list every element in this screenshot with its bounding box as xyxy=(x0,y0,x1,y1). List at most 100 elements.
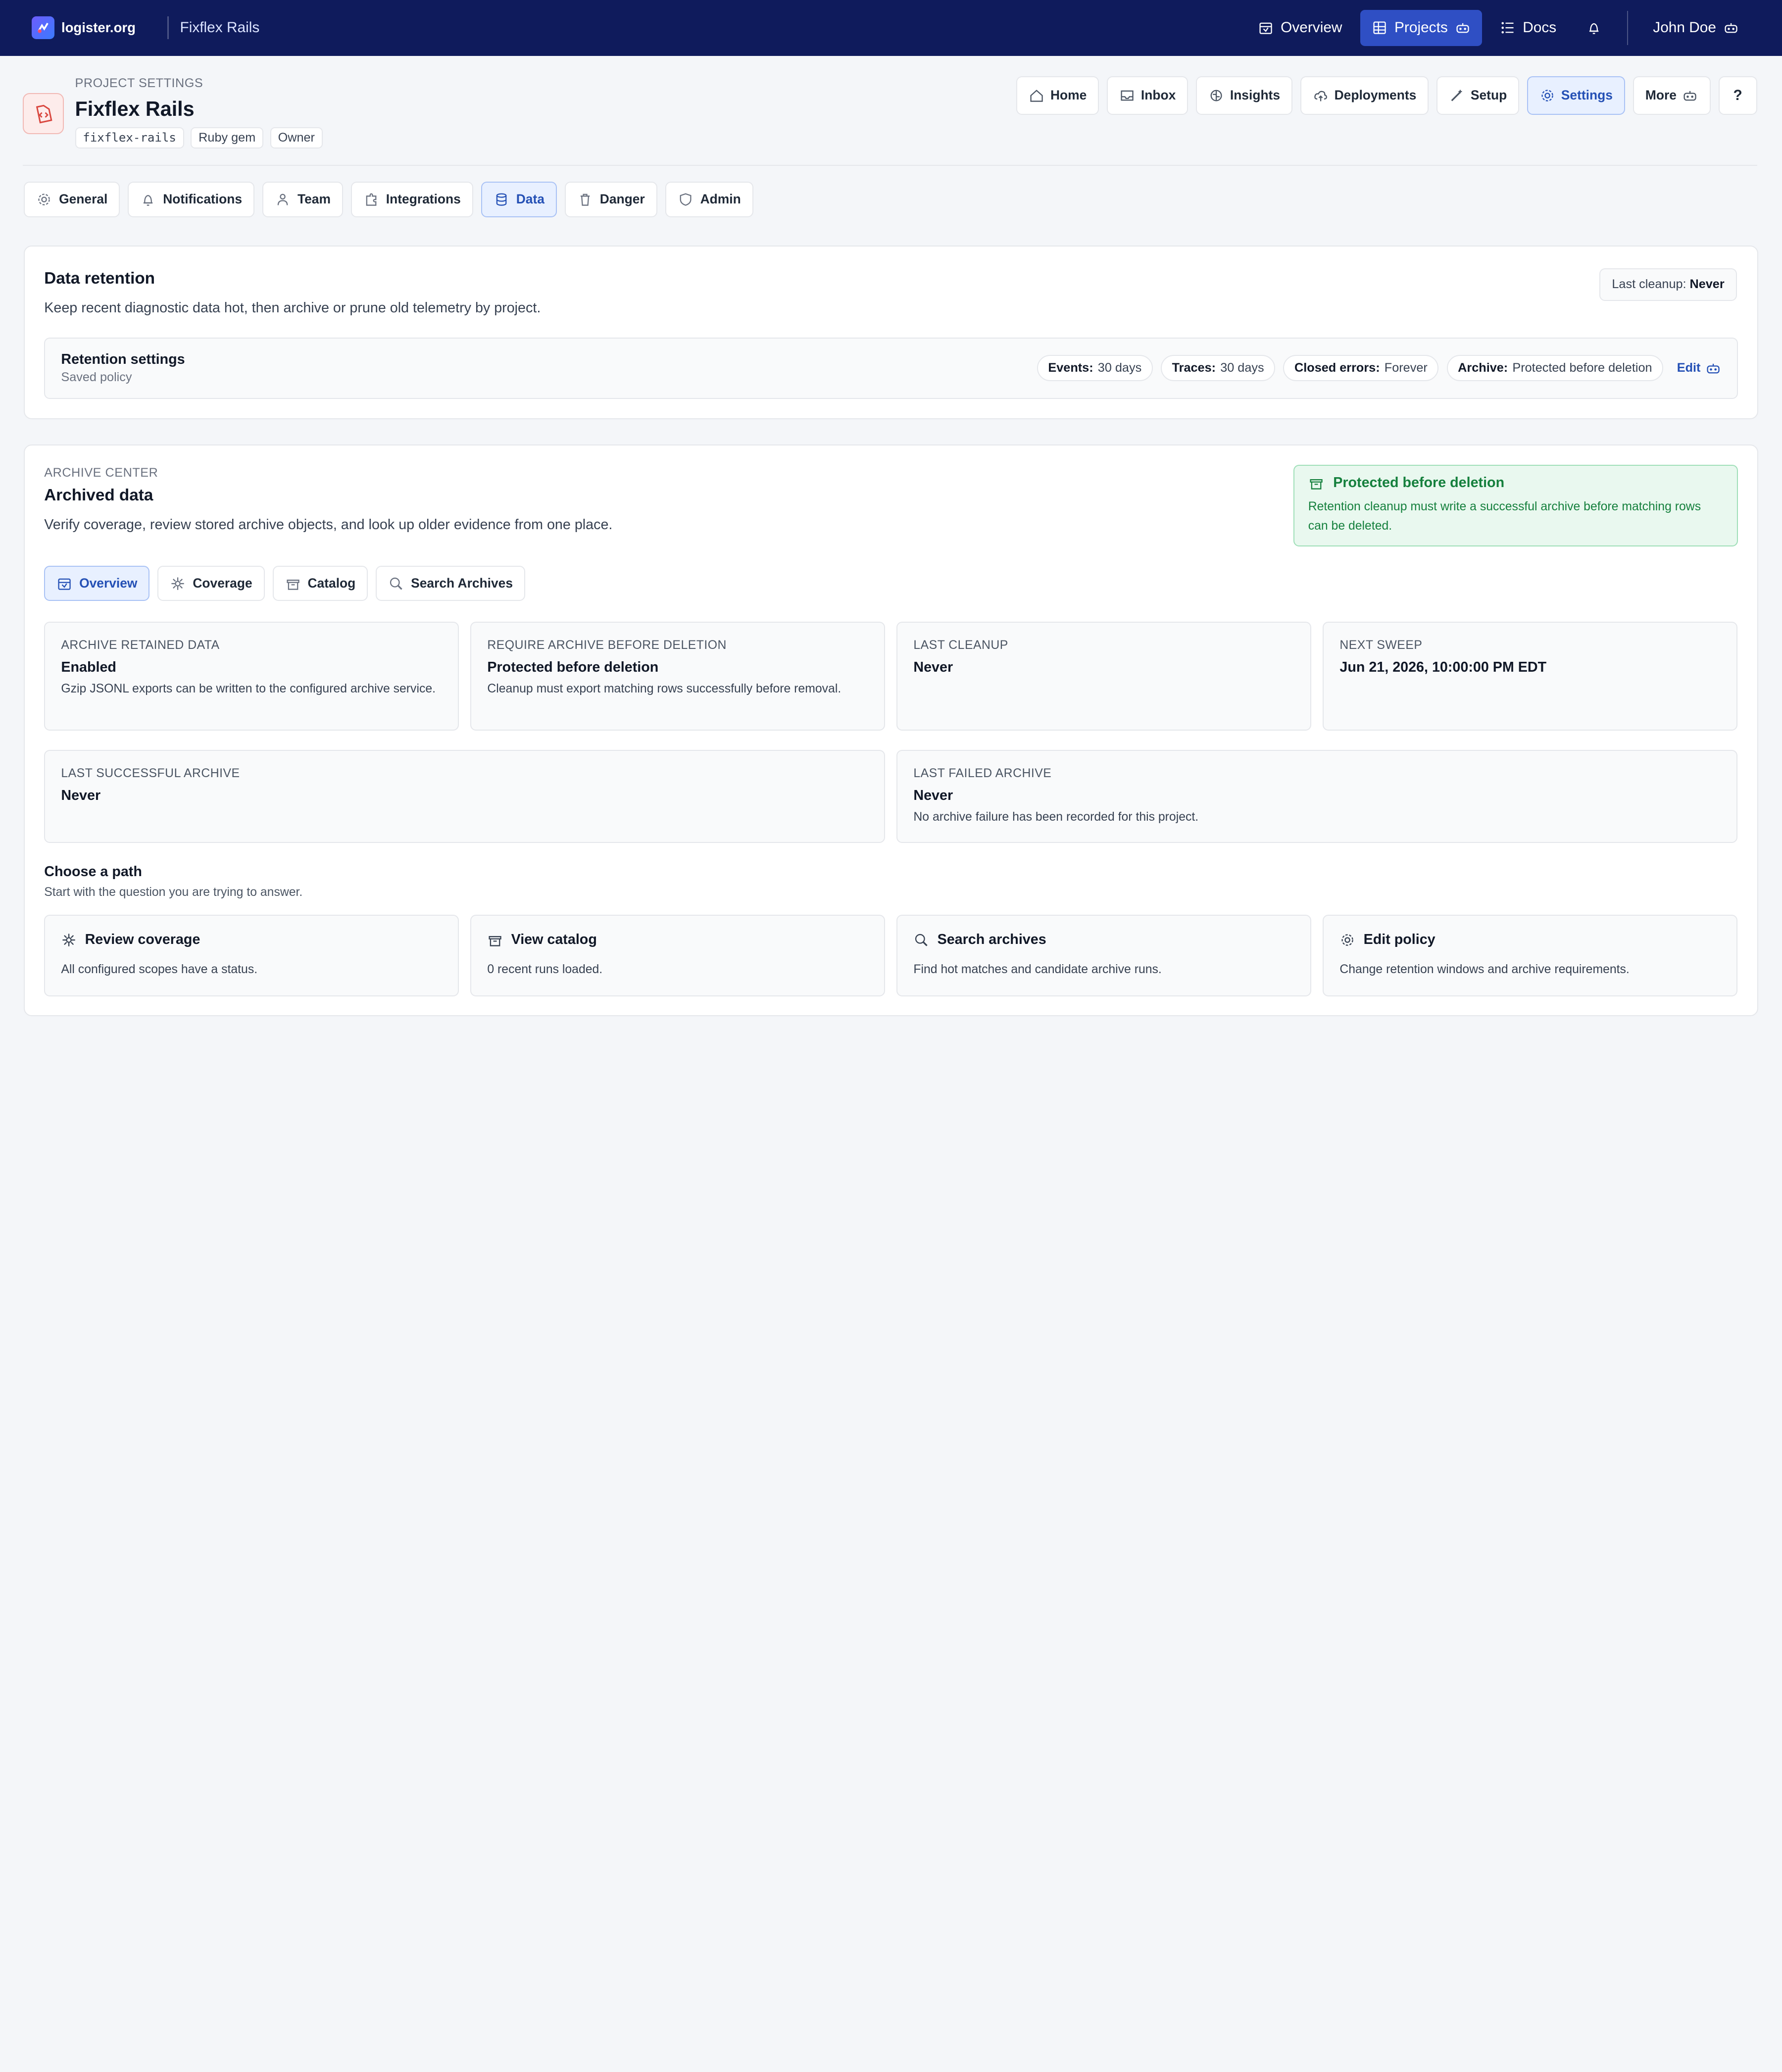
stat-last-successful-archive: LAST SUCCESSFUL ARCHIVE Never xyxy=(44,750,886,843)
settings-tab-general[interactable]: General xyxy=(24,182,120,217)
breadcrumb-project[interactable]: Fixflex Rails xyxy=(180,19,259,36)
protected-description: Retention cleanup must write a successfu… xyxy=(1308,499,1701,533)
tab-deployments[interactable]: Deployments xyxy=(1300,76,1429,115)
top-nav-bar: logister.org Fixflex Rails Overview Proj… xyxy=(0,0,1782,56)
section-title: Data retention xyxy=(44,269,155,288)
project-header: PROJECT SETTINGS Fixflex Rails fixflex-r… xyxy=(75,76,323,148)
archive-tab-overview[interactable]: Overview xyxy=(44,566,150,601)
tab-setup[interactable]: Setup xyxy=(1436,76,1520,115)
project-chips: fixflex-rails Ruby gem Owner xyxy=(75,127,323,148)
section-title: Archived data xyxy=(44,486,153,505)
stat-require-archive: REQUIRE ARCHIVE BEFORE DELETION Protecte… xyxy=(470,621,886,731)
archive-center-card: ARCHIVE CENTER Archived data Verify cove… xyxy=(24,444,1758,1016)
settings-tab-integrations[interactable]: Integrations xyxy=(350,182,473,217)
settings-tabs: General Notifications Team Integrations … xyxy=(24,182,753,217)
path-search-archives[interactable]: Search archives Find hot matches and can… xyxy=(896,914,1312,997)
tab-insights[interactable]: Insights xyxy=(1196,76,1292,115)
archive-tab-search[interactable]: Search Archives xyxy=(376,566,525,601)
choose-path-header: Choose a path Start with the question yo… xyxy=(44,864,302,899)
archive-box-icon xyxy=(287,579,299,590)
archive-tab-label: Search Archives xyxy=(411,576,513,591)
project-slug-chip: fixflex-rails xyxy=(75,127,184,148)
team-icon xyxy=(277,194,288,205)
path-review-coverage[interactable]: Review coverage All configured scopes ha… xyxy=(44,914,459,997)
protected-callout: Protected before deletion Retention clea… xyxy=(1293,464,1738,547)
section-description: Verify coverage, review stored archive o… xyxy=(44,517,613,533)
settings-tab-notifications[interactable]: Notifications xyxy=(128,182,255,217)
archive-tab-catalog[interactable]: Catalog xyxy=(272,566,368,601)
page: logister.org Fixflex Rails Overview Proj… xyxy=(0,0,1782,1036)
nav-docs-label: Docs xyxy=(1523,19,1557,36)
settings-tab-label: Data xyxy=(516,192,544,207)
retention-tag-closed-errors: Closed errors: Forever xyxy=(1283,355,1439,381)
stat-value: Never xyxy=(913,659,953,675)
path-title: Edit policy xyxy=(1363,932,1436,948)
inbox-icon xyxy=(1121,90,1134,101)
path-title: Review coverage xyxy=(85,932,200,948)
grid-icon xyxy=(1373,21,1386,34)
archive-tab-label: Overview xyxy=(79,576,138,591)
nav-overview[interactable]: Overview xyxy=(1246,10,1353,46)
brand-logo[interactable]: logister.org xyxy=(32,16,136,40)
wand-icon xyxy=(1451,90,1462,101)
retention-tag-archive: Archive: Protected before deletion xyxy=(1446,355,1664,381)
settings-tab-label: Team xyxy=(297,192,331,207)
search-icon xyxy=(390,577,402,590)
settings-tab-label: Danger xyxy=(599,192,645,207)
settings-tab-data[interactable]: Data xyxy=(481,182,557,217)
stat-value: Never xyxy=(61,787,101,803)
tab-insights-label: Insights xyxy=(1230,88,1281,103)
page-eyebrow: PROJECT SETTINGS xyxy=(75,76,203,90)
tab-deployments-label: Deployments xyxy=(1334,88,1417,103)
gear-icon xyxy=(38,194,50,205)
tab-settings-label: Settings xyxy=(1561,88,1613,103)
help-button[interactable]: ? xyxy=(1718,76,1757,115)
path-edit-policy[interactable]: Edit policy Change retention windows and… xyxy=(1323,914,1738,997)
notifications-button[interactable] xyxy=(1575,10,1613,46)
choose-path-subtitle: Start with the question you are trying t… xyxy=(44,886,303,899)
tab-home[interactable]: Home xyxy=(1016,76,1099,115)
settings-tab-team[interactable]: Team xyxy=(262,182,343,217)
sparkle-icon xyxy=(62,933,76,946)
nav-docs[interactable]: Docs xyxy=(1488,10,1568,46)
tab-more[interactable]: More xyxy=(1633,76,1711,115)
search-icon xyxy=(915,934,928,946)
retention-settings-title: Retention settings xyxy=(61,351,185,368)
project-role-chip: Owner xyxy=(270,127,323,148)
settings-tab-admin[interactable]: Admin xyxy=(665,182,753,217)
retention-settings-box: Retention settings Saved policy Events: 3… xyxy=(44,337,1738,399)
path-description: 0 recent runs loaded. xyxy=(487,962,603,976)
robot-icon xyxy=(1683,91,1697,101)
tab-inbox-label: Inbox xyxy=(1140,88,1176,103)
stat-key: ARCHIVE RETAINED DATA xyxy=(61,638,220,652)
archive-tab-coverage[interactable]: Coverage xyxy=(157,566,265,601)
section-eyebrow: ARCHIVE CENTER xyxy=(44,466,158,480)
user-menu[interactable]: John Doe xyxy=(1641,10,1750,46)
stat-key: LAST FAILED ARCHIVE xyxy=(913,767,1052,781)
edit-retention-button[interactable]: Edit xyxy=(1677,360,1721,376)
gear-icon xyxy=(1341,934,1354,946)
calendar-icon xyxy=(58,578,71,590)
tab-setup-label: Setup xyxy=(1470,88,1507,103)
nav-projects[interactable]: Projects xyxy=(1360,9,1482,46)
nav-overview-label: Overview xyxy=(1281,19,1342,36)
path-view-catalog[interactable]: View catalog 0 recent runs loaded. xyxy=(470,914,886,997)
last-cleanup-badge: Last cleanup: Never xyxy=(1599,268,1737,301)
tab-inbox[interactable]: Inbox xyxy=(1107,76,1188,115)
settings-tab-label: Notifications xyxy=(163,192,243,207)
robot-icon xyxy=(1456,23,1469,33)
tab-settings[interactable]: Settings xyxy=(1527,76,1625,115)
tag-value: 30 days xyxy=(1220,361,1264,375)
brain-icon xyxy=(1210,90,1222,101)
settings-tab-danger[interactable]: Danger xyxy=(564,182,657,217)
code-file-icon xyxy=(36,104,52,123)
help-label: ? xyxy=(1733,87,1742,103)
stat-next-sweep: NEXT SWEEP Jun 21, 2026, 10:00:00 PM EDT xyxy=(1323,621,1738,731)
choose-path-title: Choose a path xyxy=(44,863,142,880)
tag-value: Protected before deletion xyxy=(1512,361,1652,375)
tag-value: Forever xyxy=(1384,361,1428,375)
shield-icon xyxy=(680,193,692,206)
settings-tab-label: General xyxy=(59,192,108,207)
bell-icon xyxy=(144,195,153,206)
list-icon xyxy=(1501,22,1514,34)
